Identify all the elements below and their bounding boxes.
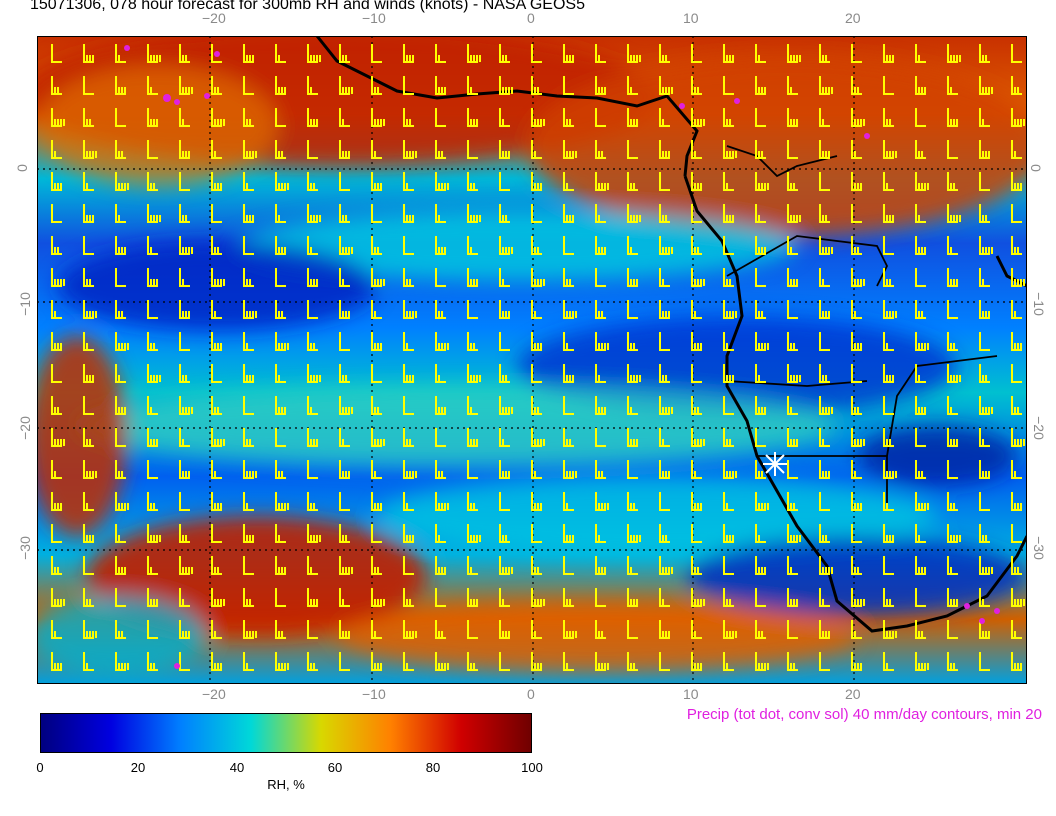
colorbar-tick: 0 xyxy=(36,760,44,775)
left-lat-tick: 0 xyxy=(13,164,30,172)
bottom-lon-tick: 0 xyxy=(527,686,535,702)
right-lat-tick: −20 xyxy=(1030,416,1047,440)
left-lat-tick: −30 xyxy=(16,536,33,560)
precip-note: Precip (tot dot, conv sol) 40 mm/day con… xyxy=(686,706,1042,723)
top-lon-tick: −10 xyxy=(362,10,386,26)
bottom-lon-tick: 10 xyxy=(683,686,699,702)
top-lon-tick: 0 xyxy=(527,10,535,26)
right-lat-tick: −10 xyxy=(1030,292,1047,316)
left-lat-tick: −10 xyxy=(16,292,33,316)
colorbar-tick: 60 xyxy=(327,760,343,775)
location-star-icon xyxy=(763,452,787,476)
top-lon-tick: −20 xyxy=(202,10,226,26)
bottom-lon-tick: 20 xyxy=(845,686,861,702)
top-lon-tick: 20 xyxy=(845,10,861,26)
colorbar-tick: 80 xyxy=(425,760,441,775)
colorbar-label: RH, % xyxy=(267,777,305,792)
rh-colorbar xyxy=(40,713,532,753)
colorbar-tick: 40 xyxy=(229,760,245,775)
bottom-lon-tick: −20 xyxy=(202,686,226,702)
right-lat-tick: −30 xyxy=(1030,536,1047,560)
map-title: 15071306, 078 hour forecast for 300mb RH… xyxy=(30,0,585,13)
right-lat-tick: 0 xyxy=(1027,164,1044,172)
colorbar-tick: 20 xyxy=(130,760,146,775)
left-lat-tick: −20 xyxy=(16,416,33,440)
map-canvas xyxy=(37,36,1027,684)
top-lon-tick: 10 xyxy=(683,10,699,26)
bottom-lon-tick: −10 xyxy=(362,686,386,702)
colorbar-tick: 100 xyxy=(521,760,543,775)
forecast-map[interactable] xyxy=(37,36,1027,684)
